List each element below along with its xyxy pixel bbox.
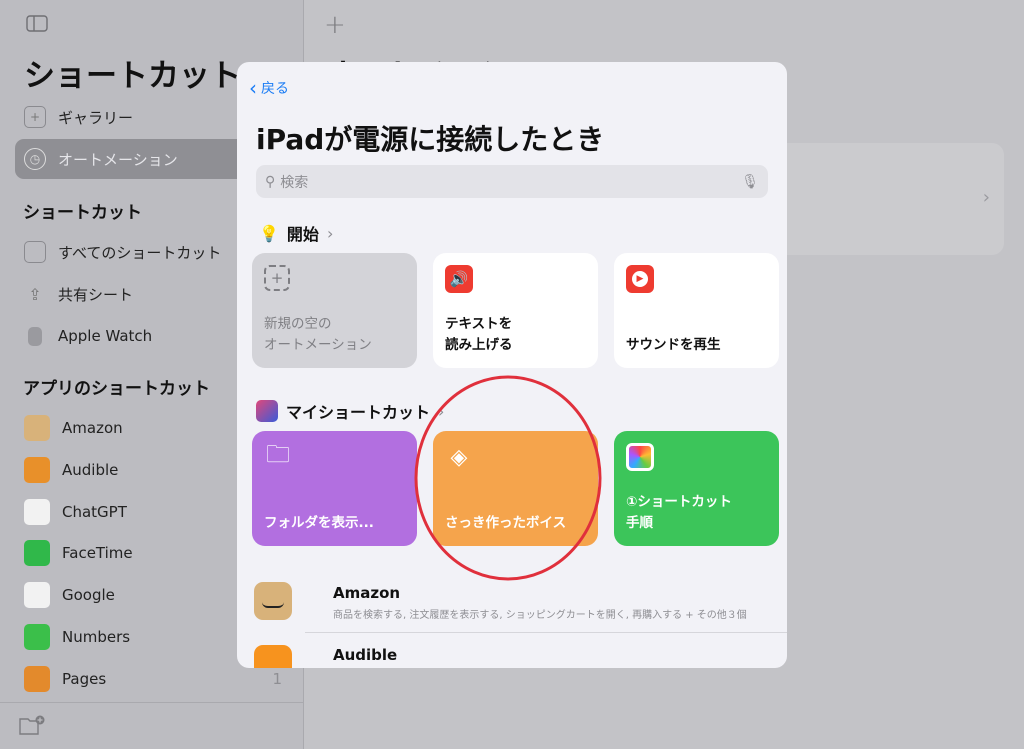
label: Apple Watch	[58, 327, 153, 345]
label: Audible	[62, 460, 119, 479]
label: ①ショートカット 手順	[626, 494, 732, 531]
sidebar-title: ショートカット	[24, 58, 241, 94]
label: すべてのショートカット	[58, 243, 222, 262]
photos-icon	[626, 443, 654, 471]
add-dashed-icon: +	[264, 265, 290, 291]
numbers-app-icon	[24, 624, 50, 650]
amazon-app-icon	[254, 582, 292, 620]
folder-icon: 🗀	[266, 439, 290, 468]
app-name[interactable]: Audible	[333, 646, 397, 664]
pages-app-icon	[24, 665, 50, 692]
clock-icon: ◷	[24, 148, 46, 170]
tile-speak-text[interactable]: 🔊 テキストを 読み上げる	[433, 253, 598, 368]
label: マイショートカット	[286, 403, 431, 422]
chatgpt-app-icon	[24, 498, 50, 525]
search-placeholder: 検索	[280, 174, 309, 191]
sidebar-toggle-icon[interactable]	[26, 15, 48, 32]
add-automation-button[interactable]: +	[324, 10, 346, 40]
divider	[305, 632, 787, 633]
back-button[interactable]: ‹ 戻る	[249, 78, 289, 98]
tile-new-empty-automation[interactable]: + 新規の空の オートメーション	[252, 253, 417, 368]
label: Numbers	[62, 628, 131, 646]
label: Pages	[62, 669, 107, 688]
label: ギャラリー	[58, 108, 134, 127]
start-section-header[interactable]: 💡 開始 ›	[259, 221, 333, 245]
label: ChatGPT	[62, 502, 127, 521]
divider	[0, 702, 304, 703]
modal-title: iPadが電源に接続したとき	[256, 123, 605, 156]
chevron-left-icon: ‹	[249, 76, 257, 100]
audible-app-icon	[24, 456, 50, 483]
stack-icon	[24, 241, 46, 263]
lightbulb-icon: 💡	[259, 223, 279, 243]
label: サウンドを再生	[626, 337, 721, 353]
audible-app-icon	[254, 645, 292, 668]
search-input[interactable]: ⚲ 検索 🎙	[256, 165, 768, 198]
label: Google	[62, 586, 115, 605]
shortcuts-app-icon	[256, 400, 278, 422]
tile-show-folder[interactable]: 🗀 フォルダを表示...	[252, 431, 417, 546]
automation-modal: ‹ 戻る iPadが電源に接続したとき ⚲ 検索 🎙 💡 開始 › + 新規の空の オー…	[237, 62, 787, 668]
speaker-icon: 🔊	[445, 265, 473, 293]
shortcuts-header: ショートカット	[23, 203, 142, 223]
count-badge: 1	[272, 669, 282, 688]
automation-card[interactable]: ›	[760, 143, 1004, 255]
chevron-right-icon: ›	[982, 187, 990, 208]
label: 新規の空の オートメーション	[264, 316, 372, 353]
share-icon: ⇪	[28, 284, 42, 304]
microphone-icon[interactable]: 🎙	[741, 174, 759, 190]
tile-shortcut-steps[interactable]: ①ショートカット 手順	[614, 431, 779, 546]
label: フォルダを表示...	[264, 515, 374, 531]
label: 共有シート	[58, 285, 134, 304]
tile-play-sound[interactable]: ▶ サウンドを再生	[614, 253, 779, 368]
back-label: 戻る	[261, 81, 289, 97]
app-name[interactable]: Amazon	[333, 584, 400, 602]
facetime-app-icon	[24, 540, 50, 567]
label: オートメーション	[58, 150, 178, 169]
amazon-app-icon	[24, 415, 50, 441]
apps-header: アプリのショートカット	[23, 379, 210, 399]
play-icon: ▶	[626, 265, 654, 293]
label: テキストを 読み上げる	[445, 316, 513, 353]
search-icon: ⚲	[265, 173, 276, 190]
app-actions-summary: 商品を検索する, 注文履歴を表示する, ショッピングカートを開く, 再購入する …	[333, 610, 747, 621]
highlight-circle	[414, 375, 602, 581]
google-app-icon	[24, 582, 50, 609]
label: FaceTime	[62, 544, 133, 563]
watch-icon	[24, 325, 46, 347]
label: Amazon	[62, 419, 123, 437]
new-folder-icon[interactable]	[18, 714, 46, 736]
label: 開始	[286, 225, 319, 244]
gallery-icon: +	[24, 106, 46, 128]
chevron-right-icon: ›	[326, 223, 334, 243]
